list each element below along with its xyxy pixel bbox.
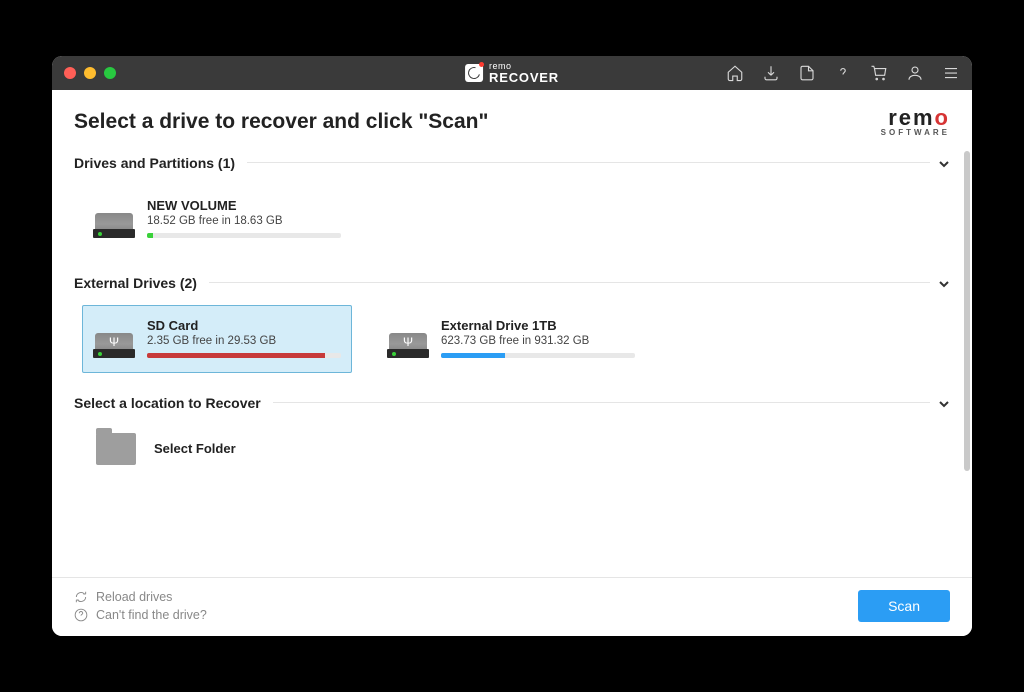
chevron-down-icon — [938, 277, 950, 289]
user-icon[interactable] — [906, 64, 924, 82]
content-area: Select a drive to recover and click "Sca… — [52, 90, 972, 636]
folder-icon — [96, 433, 136, 465]
location-row: Select Folder — [74, 425, 950, 473]
section-external-header[interactable]: External Drives (2) — [74, 275, 950, 291]
logo-line2: RECOVER — [489, 71, 559, 84]
menu-icon[interactable] — [942, 64, 960, 82]
scrollbar[interactable] — [964, 151, 970, 471]
drive-subtitle: 18.52 GB free in 18.63 GB — [147, 215, 341, 227]
chevron-down-icon — [938, 397, 950, 409]
brand-logo: remo SOFTWARE — [881, 108, 950, 137]
app-logo: remo RECOVER — [465, 62, 559, 84]
cart-icon[interactable] — [870, 64, 888, 82]
download-icon[interactable] — [762, 64, 780, 82]
section-external-title: External Drives (2) — [74, 275, 197, 291]
reload-drives-link[interactable]: Reload drives — [74, 590, 207, 604]
drive-name: NEW VOLUME — [147, 198, 341, 213]
drive-subtitle: 623.73 GB free in 931.32 GB — [441, 335, 635, 347]
app-window: remo RECOVER Select a drive to recover a… — [52, 56, 972, 636]
external-drives-row: Ψ SD Card 2.35 GB free in 29.53 GB Ψ Ext… — [74, 305, 950, 373]
select-folder-button[interactable]: Select Folder — [82, 425, 250, 473]
titlebar: remo RECOVER — [52, 56, 972, 90]
help-icon[interactable] — [834, 64, 852, 82]
drive-name: SD Card — [147, 318, 341, 333]
page-title: Select a drive to recover and click "Sca… — [74, 110, 488, 134]
hdd-icon: Ψ — [93, 318, 135, 358]
window-controls — [64, 67, 116, 79]
scan-button[interactable]: Scan — [858, 590, 950, 622]
drive-card-sd-card[interactable]: Ψ SD Card 2.35 GB free in 29.53 GB — [82, 305, 352, 373]
drive-name: External Drive 1TB — [441, 318, 635, 333]
home-icon[interactable] — [726, 64, 744, 82]
section-location-title: Select a location to Recover — [74, 395, 261, 411]
drive-list-scroll[interactable]: Drives and Partitions (1) NEW VOLUME 18.… — [52, 151, 972, 577]
close-button[interactable] — [64, 67, 76, 79]
drive-card-external-1tb[interactable]: Ψ External Drive 1TB 623.73 GB free in 9… — [376, 305, 646, 373]
question-icon — [74, 608, 88, 622]
section-drives-header[interactable]: Drives and Partitions (1) — [74, 155, 950, 171]
hdd-icon — [93, 198, 135, 238]
internal-drives-row: NEW VOLUME 18.52 GB free in 18.63 GB — [74, 185, 950, 253]
titlebar-actions — [726, 64, 960, 82]
reload-icon — [74, 590, 88, 604]
fullscreen-button[interactable] — [104, 67, 116, 79]
cant-find-drive-link[interactable]: Can't find the drive? — [74, 608, 207, 622]
drive-subtitle: 2.35 GB free in 29.53 GB — [147, 335, 341, 347]
save-icon[interactable] — [798, 64, 816, 82]
section-drives-title: Drives and Partitions (1) — [74, 155, 235, 171]
chevron-down-icon — [938, 157, 950, 169]
hdd-icon: Ψ — [387, 318, 429, 358]
brand-subtitle: SOFTWARE — [881, 128, 950, 137]
select-folder-label: Select Folder — [154, 441, 236, 456]
page-header: Select a drive to recover and click "Sca… — [52, 90, 972, 151]
recover-icon — [465, 64, 483, 82]
drive-card-new-volume[interactable]: NEW VOLUME 18.52 GB free in 18.63 GB — [82, 185, 352, 253]
minimize-button[interactable] — [84, 67, 96, 79]
footer: Reload drives Can't find the drive? Scan — [52, 577, 972, 636]
section-location-header[interactable]: Select a location to Recover — [74, 395, 950, 411]
